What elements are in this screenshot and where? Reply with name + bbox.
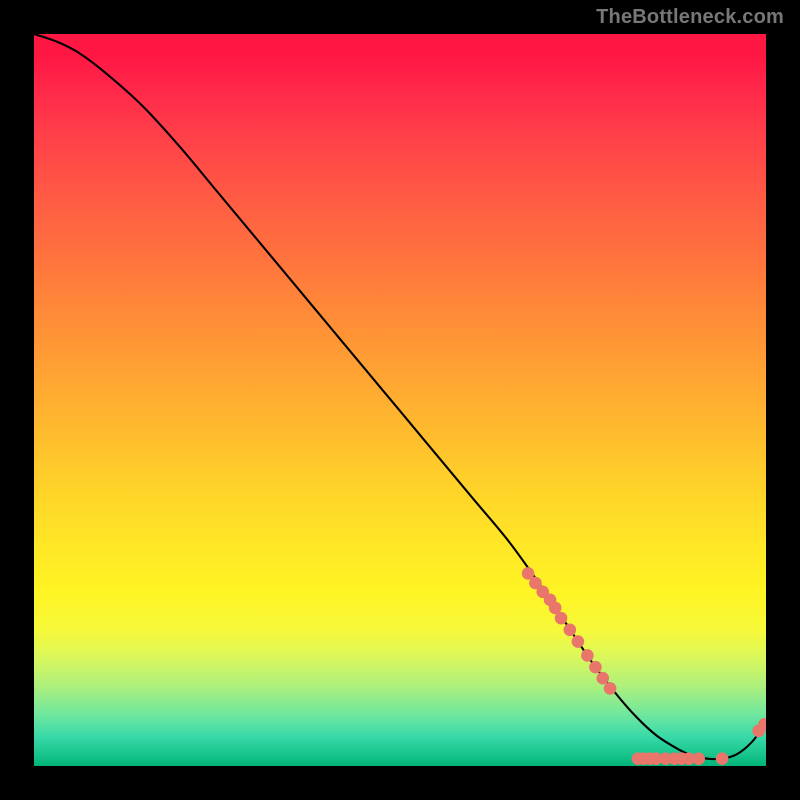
data-marker xyxy=(596,672,609,685)
data-marker xyxy=(716,752,729,765)
data-marker xyxy=(581,649,594,662)
data-marker xyxy=(604,682,617,695)
data-marker xyxy=(692,752,705,765)
data-marker xyxy=(555,612,568,625)
data-marker xyxy=(589,661,602,674)
data-marker xyxy=(564,624,577,637)
plot-area xyxy=(34,34,766,766)
bottleneck-curve xyxy=(34,34,766,759)
curve-layer xyxy=(34,34,766,766)
chart-stage: TheBottleneck.com xyxy=(0,0,800,800)
watermark-text: TheBottleneck.com xyxy=(596,6,784,29)
data-markers xyxy=(522,567,766,765)
data-marker xyxy=(572,635,585,648)
